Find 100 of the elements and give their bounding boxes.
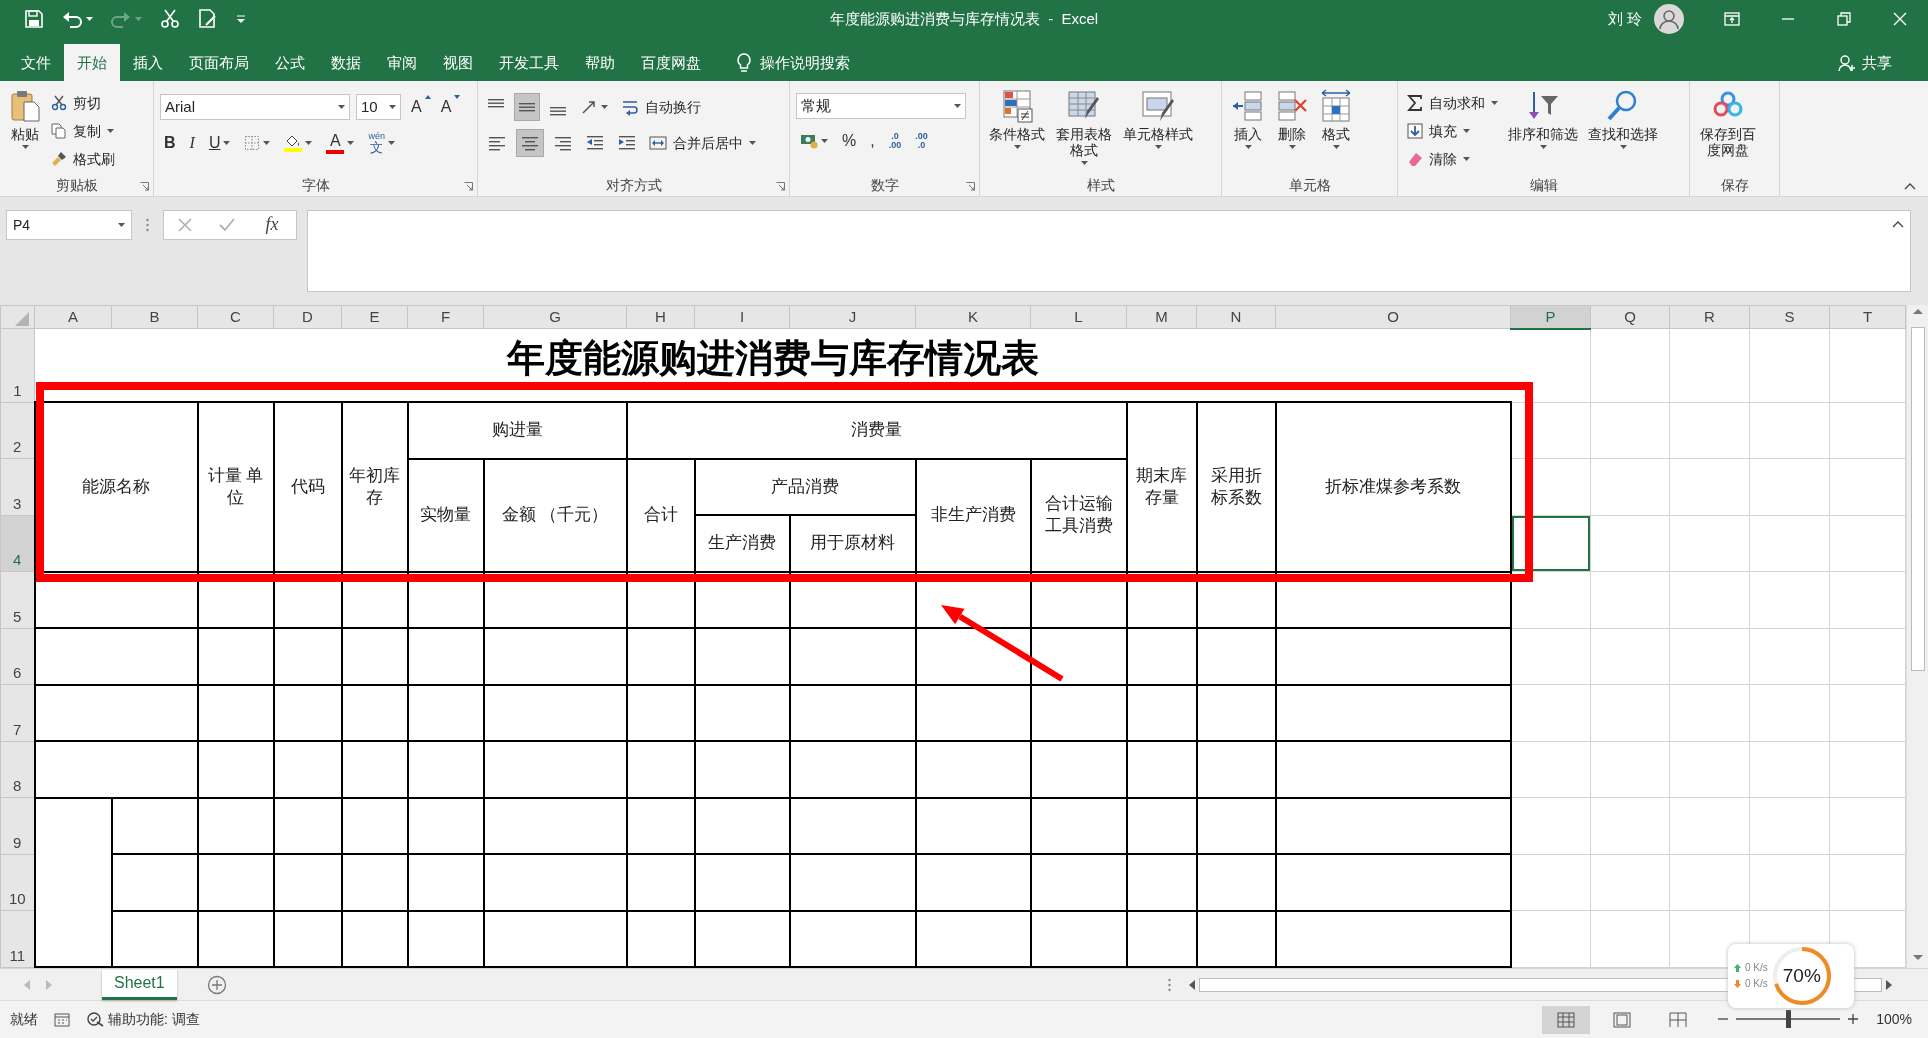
format-button[interactable]: A	[407, 93, 431, 121]
scroll-up-icon[interactable]	[1911, 307, 1924, 315]
menu-tab[interactable]: 公式	[262, 44, 318, 81]
column-header[interactable]: R	[1669, 305, 1750, 329]
column-header[interactable]: G	[483, 305, 627, 329]
scroll-down-icon[interactable]	[1911, 954, 1924, 962]
menu-tab[interactable]: 数据	[318, 44, 374, 81]
ribbon-button[interactable]: 剪切	[48, 91, 118, 115]
row-header[interactable]: 10	[0, 854, 35, 911]
print-preview-icon[interactable]	[198, 9, 218, 29]
menu-tab[interactable]: 插入	[120, 44, 176, 81]
save-icon[interactable]	[24, 9, 44, 29]
dialog-launcher-icon[interactable]	[140, 182, 149, 191]
menu-tab[interactable]: 开发工具	[486, 44, 572, 81]
column-header[interactable]: S	[1749, 305, 1830, 329]
row-header[interactable]: 1	[0, 328, 35, 403]
zoom-level[interactable]: 100%	[1876, 1011, 1912, 1028]
share-button[interactable]: 共享	[1832, 44, 1898, 81]
tell-me-search[interactable]: 操作说明搜索	[730, 44, 856, 81]
macro-icon[interactable]	[54, 1012, 70, 1027]
ribbon-button[interactable]: 粘贴	[6, 87, 44, 152]
customize-icon[interactable]	[236, 14, 246, 24]
format-button[interactable]: %	[838, 127, 861, 155]
scissors-icon[interactable]	[160, 9, 180, 29]
column-header[interactable]: C	[197, 305, 274, 329]
splitter-icon[interactable]	[146, 218, 149, 232]
splitter-icon[interactable]	[1168, 977, 1171, 992]
ribbon-button[interactable]: 套用表格格式	[1052, 87, 1116, 168]
menu-tab[interactable]: 百度网盘	[628, 44, 714, 81]
row-header[interactable]: 8	[0, 741, 35, 798]
expand-icon[interactable]	[1892, 221, 1904, 228]
menu-tab[interactable]: 页面布局	[176, 44, 262, 81]
scroll-right-icon[interactable]	[1885, 978, 1893, 991]
row-header[interactable]: 7	[0, 684, 35, 742]
column-header[interactable]: H	[626, 305, 695, 329]
avatar-icon[interactable]	[1654, 4, 1684, 34]
row-header[interactable]: 5	[0, 571, 35, 629]
ribbon-button[interactable]: 自动换行	[618, 95, 704, 119]
column-header[interactable]: M	[1126, 305, 1197, 329]
column-header[interactable]: D	[273, 305, 342, 329]
view-button[interactable]	[1542, 1005, 1591, 1034]
ribbon-button[interactable]: 清除	[1404, 147, 1501, 171]
ribbon-button[interactable]: 保存到百度网盘	[1696, 87, 1760, 161]
format-button[interactable]: I	[185, 129, 199, 157]
format-button[interactable]	[514, 93, 540, 121]
zoom-in-icon[interactable]	[1848, 1014, 1859, 1025]
menu-tab[interactable]: 帮助	[572, 44, 628, 81]
column-header[interactable]: A	[34, 305, 112, 329]
check-icon[interactable]	[218, 218, 235, 232]
format-button[interactable]: wén 文	[364, 129, 399, 157]
ribbon-button[interactable]: 删除	[1272, 87, 1312, 152]
add-sheet-icon[interactable]	[206, 974, 227, 995]
ribbon-button[interactable]: 格式	[1316, 87, 1356, 152]
format-button[interactable]: U	[204, 129, 235, 157]
menu-tab[interactable]: 开始	[64, 44, 120, 81]
ribbon-button[interactable]: 插入	[1228, 87, 1268, 152]
row-header[interactable]: 4	[0, 515, 35, 572]
dropdown-field[interactable]: 10	[356, 94, 401, 120]
collapse-icon[interactable]	[1904, 183, 1916, 190]
active-cell[interactable]	[1510, 515, 1591, 572]
column-header[interactable]: E	[341, 305, 408, 329]
row-header[interactable]: 6	[0, 628, 35, 685]
slider-thumb[interactable]	[1786, 1010, 1792, 1029]
column-header[interactable]: K	[915, 305, 1031, 329]
row-header[interactable]: 2	[0, 402, 35, 459]
row-header[interactable]: 9	[0, 797, 35, 855]
column-header[interactable]: L	[1030, 305, 1127, 329]
row-header[interactable]: 3	[0, 458, 35, 516]
column-header[interactable]: T	[1829, 305, 1906, 329]
menu-tab[interactable]: 文件	[8, 44, 64, 81]
column-header[interactable]: J	[789, 305, 916, 329]
column-header[interactable]: F	[407, 305, 484, 329]
ribbon-button[interactable]: 填充	[1404, 119, 1501, 143]
column-header[interactable]: Q	[1590, 305, 1670, 329]
menu-tab[interactable]: 视图	[430, 44, 486, 81]
column-header[interactable]: P	[1510, 305, 1591, 329]
dialog-launcher-icon[interactable]	[776, 182, 785, 191]
undo-icon[interactable]	[62, 9, 82, 29]
ribbon-button[interactable]: 合并后居中	[646, 131, 759, 155]
ribbon-button[interactable]: 条件格式	[986, 87, 1048, 152]
format-button[interactable]: A	[322, 129, 359, 157]
scroll-thumb[interactable]	[1910, 327, 1925, 671]
name-box[interactable]: P4	[6, 210, 132, 240]
scroll-left-icon[interactable]	[1188, 978, 1196, 991]
ribbon-button[interactable]: 单元格样式	[1120, 87, 1196, 152]
format-button[interactable]: .0 .00	[884, 127, 906, 155]
format-button[interactable]: .00 .0	[911, 127, 932, 155]
ribbon-button[interactable]: 排序和筛选	[1505, 87, 1581, 152]
column-header[interactable]: B	[111, 305, 198, 329]
column-header[interactable]: I	[694, 305, 790, 329]
ribbon-button[interactable]: 自动求和	[1404, 91, 1501, 115]
formula-field[interactable]	[307, 210, 1911, 292]
ribbon-button[interactable]: 复制	[48, 119, 118, 143]
column-header[interactable]: N	[1196, 305, 1276, 329]
close-icon[interactable]	[1891, 10, 1909, 28]
format-button[interactable]: B	[160, 129, 180, 157]
dropdown-field[interactable]: Arial	[160, 94, 350, 120]
ribbon-button[interactable]: 查找和选择	[1585, 87, 1661, 152]
row-header[interactable]: 11	[0, 910, 35, 967]
format-button[interactable]: A	[436, 93, 461, 121]
